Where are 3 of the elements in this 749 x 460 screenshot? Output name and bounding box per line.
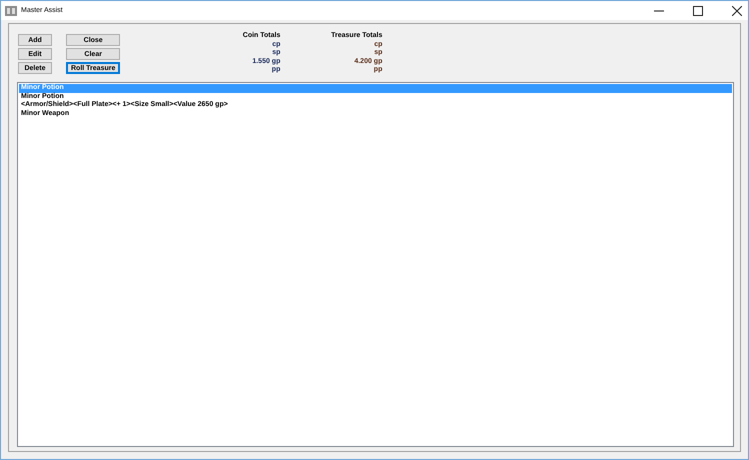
close-icon[interactable] [732,6,742,16]
app-icon [5,6,17,16]
maximize-icon[interactable] [693,6,703,16]
